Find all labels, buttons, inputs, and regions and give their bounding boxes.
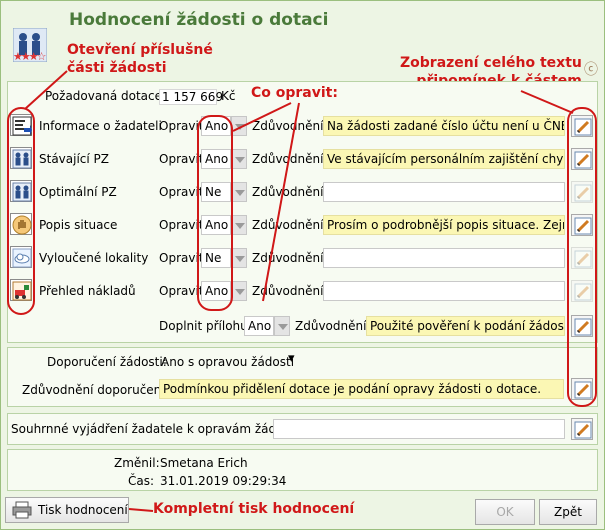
annotation-lines bbox=[24, 70, 574, 512]
evaluation-window: Hodnocení žádosti o dotaci ★★★☆ Otevření… bbox=[0, 0, 605, 530]
